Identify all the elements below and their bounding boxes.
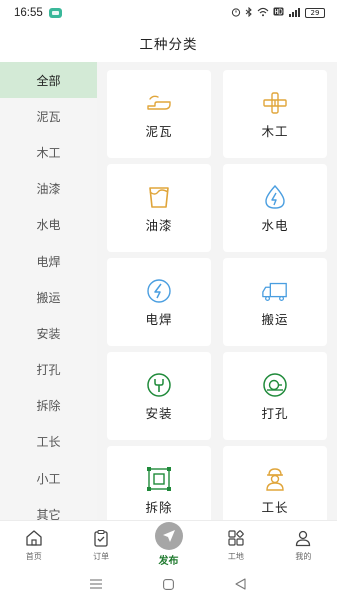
trade-label: 安装 <box>145 405 173 421</box>
trade-card-moving[interactable]: 搬运 <box>223 258 327 346</box>
trade-card-carpenter[interactable]: 木工 <box>223 70 327 158</box>
sidebar-item-welding[interactable]: 电焊 <box>0 243 97 279</box>
hd-icon <box>273 7 284 19</box>
page-title: 工种分类 <box>139 37 198 53</box>
water-electric-icon <box>261 183 289 211</box>
home-icon <box>23 527 45 549</box>
sidebar-item-other[interactable]: 其它 <box>0 496 97 520</box>
menu-icon[interactable] <box>86 574 106 594</box>
wifi-icon <box>257 7 269 20</box>
sidebar-item-installation[interactable]: 安装 <box>0 315 97 351</box>
trade-card-demolition[interactable]: 拆除 <box>107 446 211 520</box>
category-sidebar: 全部 泥瓦 木工 油漆 水电 电焊 搬运 安装 打孔 拆除 工长 小工 其它 <box>0 62 97 520</box>
lightning-icon <box>145 277 173 305</box>
status-time: 16:55 <box>14 7 43 19</box>
drill-icon <box>261 371 289 399</box>
system-nav-bar <box>0 568 337 600</box>
tab-label: 首页 <box>25 552 42 561</box>
sidebar-item-plumbing-electric[interactable]: 水电 <box>0 207 97 243</box>
truck-icon <box>261 277 289 305</box>
trade-card-plumbing-electric[interactable]: 水电 <box>223 164 327 252</box>
message-notification-icon <box>48 8 62 18</box>
trade-label: 油漆 <box>145 217 173 233</box>
home-square-icon[interactable] <box>158 574 178 594</box>
trade-label: 木工 <box>261 123 289 139</box>
apps-icon <box>225 527 247 549</box>
tab-label: 订单 <box>93 552 110 561</box>
trade-card-mason[interactable]: 泥瓦 <box>107 70 211 158</box>
tab-label: 我的 <box>295 552 312 561</box>
tab-mine[interactable]: 我的 <box>270 521 337 568</box>
tab-worksite[interactable]: 工地 <box>202 521 269 568</box>
sidebar-item-demolition[interactable]: 拆除 <box>0 388 97 424</box>
trade-card-drilling[interactable]: 打孔 <box>223 352 327 440</box>
send-icon <box>154 522 183 550</box>
sidebar-item-foreman[interactable]: 工长 <box>0 424 97 460</box>
sidebar-item-drilling[interactable]: 打孔 <box>0 352 97 388</box>
trowel-icon <box>145 89 173 117</box>
sidebar-item-mason[interactable]: 泥瓦 <box>0 98 97 134</box>
bluetooth-icon <box>245 6 253 20</box>
trade-label: 打孔 <box>261 405 289 421</box>
trade-card-welding[interactable]: 电焊 <box>107 258 211 346</box>
sidebar-item-carpenter[interactable]: 木工 <box>0 134 97 170</box>
trade-grid: 泥瓦 木工 油漆 水电 电焊 搬运 安装 打孔 拆除 工长 <box>97 62 337 520</box>
clipboard-icon <box>90 527 112 549</box>
bottom-tab-bar: 首页 订单 发布 工地 我的 <box>0 520 337 568</box>
alarm-icon <box>231 7 241 20</box>
trade-label: 电焊 <box>145 311 173 327</box>
trade-label: 泥瓦 <box>145 123 173 139</box>
user-icon <box>292 527 314 549</box>
trade-label: 拆除 <box>145 499 173 515</box>
trade-label: 搬运 <box>261 311 289 327</box>
tab-orders[interactable]: 订单 <box>67 521 134 568</box>
tab-publish[interactable]: 发布 <box>135 521 202 568</box>
wrench-icon <box>145 371 173 399</box>
sidebar-item-all[interactable]: 全部 <box>0 62 97 99</box>
status-bar: 16:55 29 <box>0 0 337 26</box>
sidebar-item-helper[interactable]: 小工 <box>0 460 97 496</box>
paint-bucket-icon <box>145 183 173 211</box>
signal-icon <box>288 7 301 20</box>
tab-home[interactable]: 首页 <box>0 521 67 568</box>
tab-label: 发布 <box>158 556 179 567</box>
trade-label: 水电 <box>261 217 289 233</box>
tab-label: 工地 <box>227 552 244 561</box>
sidebar-item-moving[interactable]: 搬运 <box>0 279 97 315</box>
saw-icon <box>261 89 289 117</box>
battery-icon: 29 <box>305 8 325 18</box>
demolish-icon <box>145 465 173 493</box>
foreman-icon <box>261 465 289 493</box>
back-triangle-icon[interactable] <box>231 574 251 594</box>
trade-card-painter[interactable]: 油漆 <box>107 164 211 252</box>
trade-label: 工长 <box>261 499 289 515</box>
sidebar-item-painter[interactable]: 油漆 <box>0 171 97 207</box>
trade-card-foreman[interactable]: 工长 <box>223 446 327 520</box>
trade-card-installation[interactable]: 安装 <box>107 352 211 440</box>
